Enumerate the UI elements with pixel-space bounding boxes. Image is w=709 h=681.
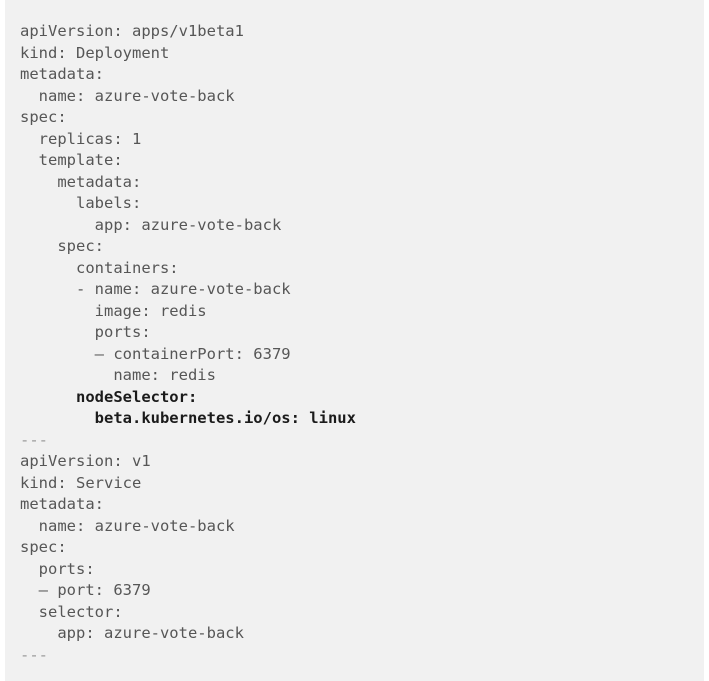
code-line: apiVersion: apps/v1beta1 (20, 22, 244, 40)
code-line: — port: 6379 (20, 581, 151, 599)
code-line: kind: Deployment (20, 43, 170, 62)
code-line: selector: (20, 602, 123, 621)
code-line: labels: (20, 194, 142, 212)
code-line: name: redis (20, 366, 216, 384)
code-line: ports: (20, 323, 151, 341)
code-line: name: azure-vote-back (20, 86, 235, 105)
code-line: spec: (20, 538, 67, 556)
code-block-surface: apiVersion: apps/v1beta1 kind: Deployment… (5, 0, 704, 681)
code-line: --- (20, 430, 48, 449)
code-line: metadata: (20, 172, 142, 191)
code-line: --- (20, 645, 48, 664)
code-line: containers: (20, 258, 179, 277)
code-line: spec: (20, 108, 67, 126)
code-line: replicas: 1 (20, 129, 142, 148)
code-line: kind: Service (20, 473, 142, 492)
code-line: nodeSelector: (20, 387, 198, 406)
code-line: metadata: (20, 65, 104, 83)
code-line: spec: (20, 237, 104, 255)
code-line: — containerPort: 6379 (20, 344, 291, 363)
code-line: name: azure-vote-back (20, 516, 235, 535)
code-line: image: redis (20, 301, 207, 320)
code-line: beta.kubernetes.io/os: linux (20, 409, 356, 427)
code-line: ports: (20, 559, 95, 578)
code-line: app: azure-vote-back (20, 215, 282, 234)
code-line: apiVersion: v1 (20, 452, 151, 470)
yaml-code-block[interactable]: apiVersion: apps/v1beta1 kind: Deployment… (5, 0, 704, 666)
screenshot-root: apiVersion: apps/v1beta1 kind: Deployment… (0, 0, 709, 681)
code-line: app: azure-vote-back (20, 624, 244, 642)
code-line: metadata: (20, 495, 104, 513)
code-line: - name: azure-vote-back (20, 280, 291, 298)
code-line: template: (20, 151, 123, 169)
